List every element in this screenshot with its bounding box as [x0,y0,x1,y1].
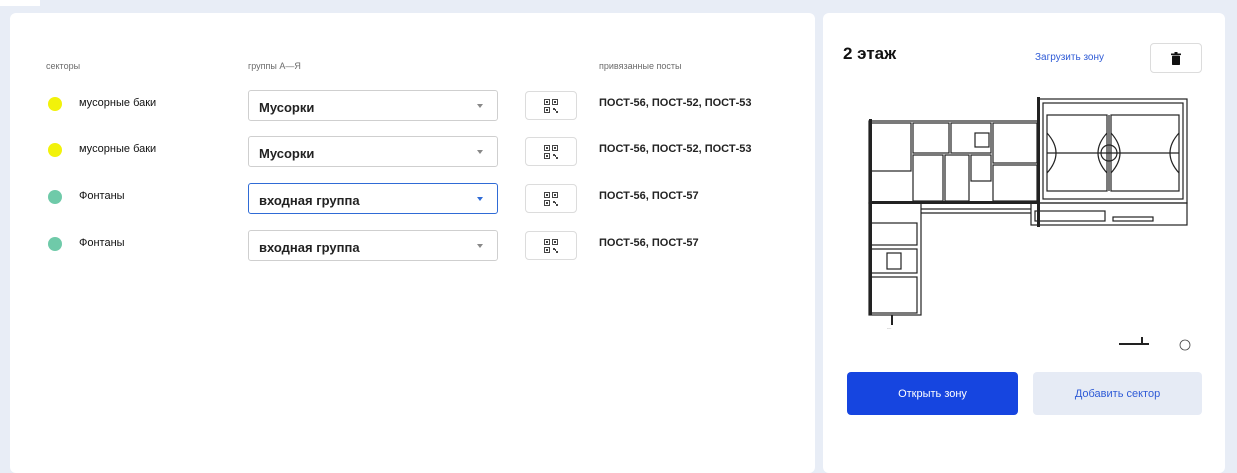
table-row: Фонтаны входная группа ПОСТ-56, ПОСТ-57 [10,229,815,261]
floor-plan-image[interactable]: ---- [851,93,1211,353]
qr-button[interactable] [525,91,577,120]
group-select-value: входная группа [259,193,360,208]
sector-name: Фонтаны [79,190,125,202]
sector-color-dot [48,143,62,157]
group-select-value: входная группа [259,240,360,255]
qr-code-icon [544,98,558,113]
table-row: мусорные баки Мусорки ПОСТ-56, ПОСТ-52, … [10,89,815,121]
linked-posts: ПОСТ-56, ПОСТ-57 [599,237,699,249]
open-zone-button[interactable]: Открыть зону [847,372,1018,415]
sector-name: мусорные баки [79,143,157,155]
header-posts: привязанные посты [599,61,682,71]
qr-button[interactable] [525,231,577,260]
qr-code-icon [544,144,558,159]
compass-icon [1179,339,1191,351]
svg-text:----: ---- [887,326,891,330]
sectors-panel: секторы группы А—Я привязанные посты мус… [10,13,815,473]
sector-color-dot [48,237,62,251]
trash-icon [1171,51,1181,65]
linked-posts: ПОСТ-56, ПОСТ-52, ПОСТ-53 [599,97,752,109]
table-row: Фонтаны входная группа ПОСТ-56, ПОСТ-57 [10,182,815,214]
sector-name: Фонтаны [79,237,125,249]
group-select[interactable]: входная группа [248,230,498,261]
qr-button[interactable] [525,184,577,213]
qr-button[interactable] [525,137,577,166]
group-select[interactable]: входная группа [248,183,498,214]
top-bar-fragment [0,0,40,6]
chevron-down-icon [477,197,483,201]
group-select-value: Мусорки [259,100,315,115]
table-row: мусорные баки Мусорки ПОСТ-56, ПОСТ-52, … [10,135,815,167]
sector-color-dot [48,97,62,111]
chevron-down-icon [477,244,483,248]
upload-zone-link[interactable]: Загрузить зону [1035,52,1104,63]
linked-posts: ПОСТ-56, ПОСТ-52, ПОСТ-53 [599,143,752,155]
delete-button[interactable] [1150,43,1202,73]
zone-panel: 2 этаж Загрузить зону ---- Открыть зону … [823,13,1225,473]
add-sector-button[interactable]: Добавить сектор [1033,372,1202,415]
chevron-down-icon [477,150,483,154]
group-select[interactable]: Мусорки [248,136,498,167]
sector-color-dot [48,190,62,204]
linked-posts: ПОСТ-56, ПОСТ-57 [599,190,699,202]
group-select-value: Мусорки [259,146,315,161]
header-groups[interactable]: группы А—Я [248,61,301,71]
group-select[interactable]: Мусорки [248,90,498,121]
floor-title: 2 этаж [843,44,897,63]
header-sectors: секторы [46,61,81,71]
sector-name: мусорные баки [79,97,157,109]
chevron-down-icon [477,104,483,108]
qr-code-icon [544,238,558,253]
qr-code-icon [544,191,558,206]
